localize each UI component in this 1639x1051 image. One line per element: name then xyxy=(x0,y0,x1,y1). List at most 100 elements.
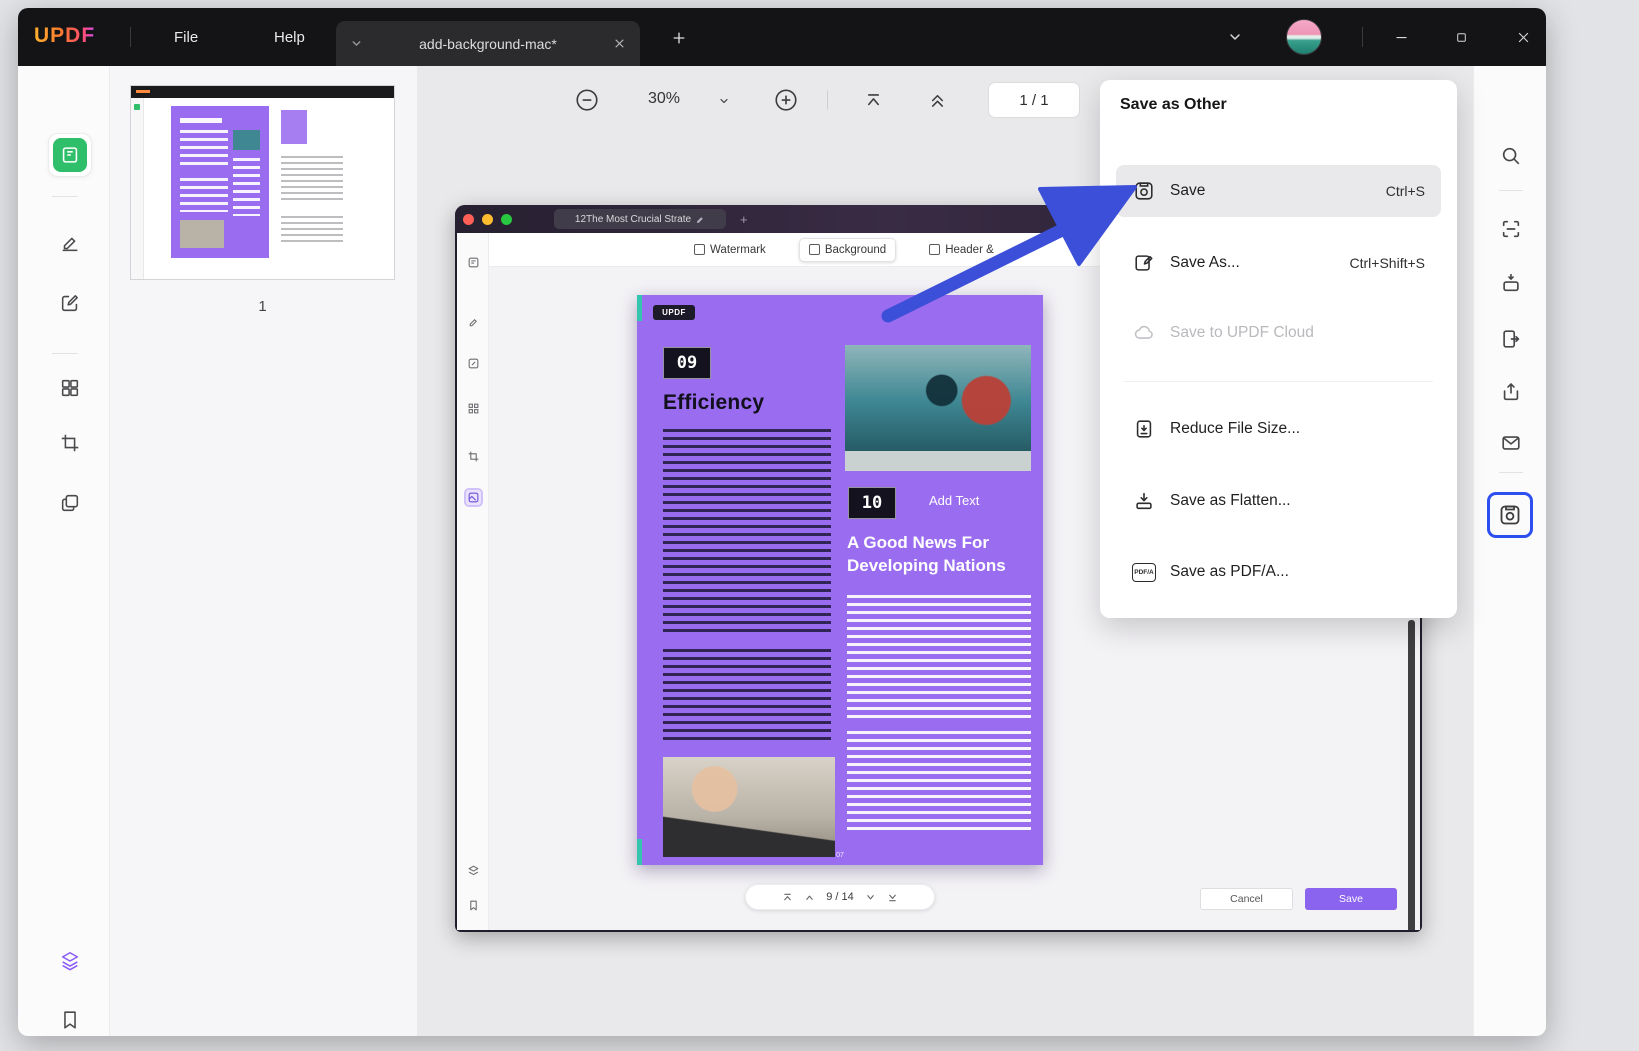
mac-cancel-button: Cancel xyxy=(1200,888,1293,910)
flatten-icon xyxy=(1132,490,1156,512)
divider xyxy=(52,353,78,354)
page-footer-number: 07 xyxy=(637,852,1043,859)
minimize-button[interactable] xyxy=(1380,8,1422,66)
edit-tool-button[interactable] xyxy=(58,291,82,315)
menu-item-label: Save to UPDF Cloud xyxy=(1170,324,1411,342)
right-toolbar xyxy=(1473,66,1546,1036)
organize-pages-button[interactable] xyxy=(58,376,82,400)
menu-item-shortcut: Ctrl+Shift+S xyxy=(1350,255,1425,271)
reader-mode-button[interactable] xyxy=(48,133,92,177)
mac-layers-icon xyxy=(466,863,481,878)
document-tab[interactable]: add-background-mac* xyxy=(336,21,640,66)
mac-next-page-icon xyxy=(865,892,876,903)
mac-page-indicator: 9 / 14 xyxy=(826,891,854,903)
first-page-button[interactable] xyxy=(864,91,883,110)
left-toolbar xyxy=(18,66,110,1036)
save-as-icon xyxy=(1132,252,1156,274)
zoom-level: 30% xyxy=(633,90,695,108)
thumbnail-panel: 1 xyxy=(110,66,418,1036)
mac-comment-icon xyxy=(466,315,481,330)
tab-close-icon[interactable] xyxy=(613,37,626,50)
page-accent xyxy=(637,295,642,321)
mac-minimize-light xyxy=(482,214,493,225)
mac-header-footer-button: Header & xyxy=(920,238,1003,262)
pencil-icon xyxy=(696,215,705,224)
compress-button[interactable] xyxy=(1498,270,1524,296)
menu-file[interactable]: File xyxy=(150,8,222,66)
body-text-lines xyxy=(663,649,831,743)
ocr-button[interactable] xyxy=(1498,216,1524,242)
thumbnail-titlebar xyxy=(131,86,394,98)
laptop-photo xyxy=(663,757,835,857)
page-logo: UPDF xyxy=(653,305,695,320)
menu-item-save-as-flatten[interactable]: Save as Flatten... xyxy=(1116,475,1441,527)
mac-pagination: 9 / 14 xyxy=(745,884,935,910)
page-thumbnail[interactable] xyxy=(130,85,395,280)
search-button[interactable] xyxy=(1498,143,1524,169)
mac-watermark-button: Watermark xyxy=(685,238,775,262)
cloud-icon xyxy=(1132,322,1156,344)
menu-title: Save as Other xyxy=(1120,96,1227,114)
body-text-lines xyxy=(847,731,1031,835)
toolbar-divider xyxy=(827,90,828,110)
new-tab-button[interactable] xyxy=(666,25,692,51)
thumbnail-gray-lines xyxy=(281,156,343,204)
menu-item-label: Save as Flatten... xyxy=(1170,492,1411,510)
chevron-down-icon[interactable] xyxy=(350,37,363,50)
zoom-out-button[interactable] xyxy=(574,87,600,113)
thumbnail-gray-lines xyxy=(281,216,343,246)
mac-tab-title: 12The Most Crucial Strate xyxy=(575,214,691,225)
mac-close-light xyxy=(463,214,474,225)
menu-item-save[interactable]: Save Ctrl+S xyxy=(1116,165,1441,217)
pages-tool-button[interactable] xyxy=(58,491,82,515)
body-text-lines xyxy=(663,429,831,637)
background-icon xyxy=(809,244,820,255)
previous-page-button[interactable] xyxy=(928,91,947,110)
share-button[interactable] xyxy=(1498,379,1524,405)
zoom-in-button[interactable] xyxy=(773,87,799,113)
thumbnail-photo xyxy=(180,220,224,248)
menu-divider xyxy=(1124,381,1433,382)
mac-background-button: Background xyxy=(799,238,896,262)
section-badge: 10 xyxy=(848,487,896,519)
collapse-chevron-icon[interactable] xyxy=(1214,8,1256,66)
export-page-button[interactable] xyxy=(1498,326,1524,352)
menu-item-label: Save As... xyxy=(1170,254,1336,272)
layers-button[interactable] xyxy=(58,949,82,973)
thumbnail-sidebar xyxy=(131,98,144,279)
app-logo: UPDF xyxy=(34,24,95,48)
close-button[interactable] xyxy=(1502,8,1544,66)
zoom-dropdown-chevron-icon[interactable] xyxy=(718,95,730,107)
divider xyxy=(1499,190,1523,191)
menu-item-save-to-cloud[interactable]: Save to UPDF Cloud xyxy=(1116,307,1441,359)
mail-button[interactable] xyxy=(1498,430,1524,456)
save-as-other-menu: Save as Other Save Ctrl+S Save As... Ctr… xyxy=(1100,80,1457,618)
mac-zoom-light xyxy=(501,214,512,225)
office-photo xyxy=(845,345,1031,471)
reduce-file-size-icon xyxy=(1132,418,1156,440)
maximize-button[interactable] xyxy=(1440,8,1482,66)
save-as-other-button[interactable] xyxy=(1487,492,1533,538)
user-avatar[interactable] xyxy=(1286,19,1322,55)
divider xyxy=(52,196,78,197)
thumbnail-photo xyxy=(233,130,260,150)
divider xyxy=(1499,472,1523,473)
page-heading-right: A Good News For Developing Nations xyxy=(847,531,1033,577)
crop-tool-button[interactable] xyxy=(58,431,82,455)
page-indicator[interactable]: 1 / 1 xyxy=(988,82,1080,118)
thumbnail-page-number: 1 xyxy=(130,298,395,315)
mac-background-tool-icon xyxy=(466,490,481,505)
updf-app-window: UPDF File Help add-background-mac* xyxy=(18,8,1546,1036)
mac-sidebar xyxy=(457,233,489,930)
bookmark-button[interactable] xyxy=(58,1008,82,1032)
menu-item-save-as[interactable]: Save As... Ctrl+Shift+S xyxy=(1116,237,1441,289)
comment-tool-button[interactable] xyxy=(58,231,82,255)
mac-save-button: Save xyxy=(1305,888,1397,910)
menu-item-save-as-pdfa[interactable]: PDF/A Save as PDF/A... xyxy=(1116,546,1441,598)
thumbnail-text-lines xyxy=(180,178,228,212)
mac-reader-icon xyxy=(466,255,481,270)
save-icon xyxy=(1132,180,1156,202)
menu-item-reduce-file-size[interactable]: Reduce File Size... xyxy=(1116,403,1441,455)
mac-prev-page-icon xyxy=(804,892,815,903)
menu-help[interactable]: Help xyxy=(250,8,329,66)
